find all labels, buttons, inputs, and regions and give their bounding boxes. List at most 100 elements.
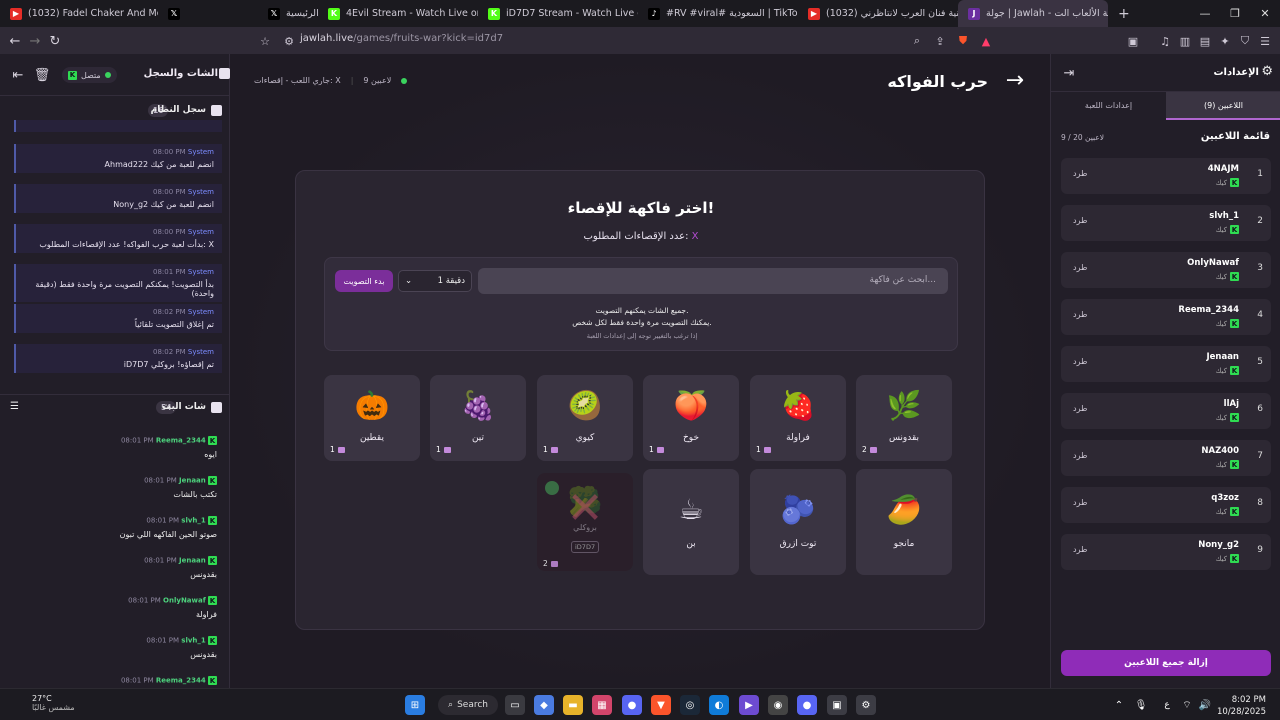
- browser-tab[interactable]: KiD7D7 Stream - Watch Live on Kick: [478, 0, 638, 27]
- maximize-icon[interactable]: ❐: [1220, 0, 1250, 27]
- chat-message: 08:01 PM Jenaan K بقدونس: [17, 556, 217, 579]
- language-indicator[interactable]: ع: [1160, 695, 1174, 715]
- kick-player-button[interactable]: طرد: [1073, 545, 1087, 554]
- wallet-icon[interactable]: ▤: [1198, 34, 1212, 48]
- kick-player-button[interactable]: طرد: [1073, 169, 1087, 178]
- msg-user: System: [187, 148, 214, 156]
- tray-chevron-icon[interactable]: ⌃: [1112, 695, 1126, 715]
- msg-time: 08:01 PM: [144, 476, 177, 485]
- duration-select[interactable]: ⌄ 1 دقيقة: [398, 270, 472, 292]
- lock-icon: [550, 446, 558, 453]
- kick-player-button[interactable]: طرد: [1073, 451, 1087, 460]
- trash-icon[interactable]: 🗑: [32, 65, 52, 85]
- filter-icon[interactable]: ☰: [10, 401, 19, 412]
- zoom-icon[interactable]: ⌕: [910, 34, 924, 48]
- discord-icon[interactable]: ●: [797, 695, 817, 715]
- collapse-panel-icon[interactable]: ⇤: [8, 65, 28, 85]
- steam-icon[interactable]: ◎: [680, 695, 700, 715]
- kick-player-button[interactable]: طرد: [1073, 498, 1087, 507]
- volume-icon[interactable]: 🔊: [1198, 695, 1212, 715]
- share-icon[interactable]: ⇪: [933, 34, 947, 48]
- clock[interactable]: 8:02 PM 10/28/2025: [1217, 694, 1266, 718]
- browser-tab[interactable]: ▶ (1032) اغنية فنان العرب لانتاظرني: [798, 0, 958, 27]
- store-icon[interactable]: ▦: [592, 695, 612, 715]
- minimize-icon[interactable]: —: [1190, 0, 1220, 27]
- browser-tab[interactable]: K 4Evil Stream - Watch Live on Kick: [318, 0, 478, 27]
- browser-tab-bar: ▶ (1032) Fadel Chaker And Mohamed ... 𝕏 𝕏 ال…: [0, 0, 1280, 27]
- kick-player-button[interactable]: طرد: [1073, 357, 1087, 366]
- brave-icon[interactable]: ▼: [651, 695, 671, 715]
- browser-tab[interactable]: ♪ #RV #viral# السعودية | TikTok: [638, 0, 798, 27]
- brave-shield-icon[interactable]: ⛊: [956, 34, 970, 48]
- fruit-name: فراولة: [786, 433, 810, 443]
- fruit-card-kiwi[interactable]: 🥝 كيوي 1: [537, 375, 633, 461]
- live-dot-icon: [401, 77, 408, 84]
- fruit-card-pumpkin[interactable]: 🎃 يقطين 1: [324, 375, 420, 461]
- taskbar-search[interactable]: ⌕ Search: [438, 695, 498, 715]
- chrome-icon[interactable]: ◉: [768, 695, 788, 715]
- brave-rewards-icon[interactable]: ▲: [979, 34, 993, 48]
- wifi-icon[interactable]: ⌔: [1180, 695, 1194, 715]
- new-tab-icon[interactable]: +: [1108, 0, 1140, 27]
- back-icon[interactable]: ←: [5, 31, 25, 51]
- kick-player-button[interactable]: طرد: [1073, 310, 1087, 319]
- kick-icon: K: [1230, 319, 1239, 328]
- menu-icon[interactable]: ☰: [1258, 34, 1272, 48]
- player-platform: كيك K: [1216, 178, 1239, 187]
- tab-game-settings[interactable]: إعدادات اللعبة: [1051, 92, 1166, 120]
- msg-user: slvh_1: [181, 516, 206, 525]
- fruit-card-coffee[interactable]: ☕ بن: [643, 469, 739, 575]
- kick-player-button[interactable]: طرد: [1073, 404, 1087, 413]
- fruit-card-strawberry[interactable]: 🍓 فراولة 1: [750, 375, 846, 461]
- fruit-search-input[interactable]: ابحث عن فاكهة...: [478, 268, 948, 294]
- players-list-count: 9 / 20 لاعبين: [1061, 133, 1104, 142]
- task-view-icon[interactable]: ▭: [505, 695, 525, 715]
- browser-tab[interactable]: 𝕏 الرئيسية / X: [258, 0, 318, 27]
- system-log-header[interactable]: 16 سجل النظام: [0, 100, 230, 122]
- discord-icon[interactable]: ●: [622, 695, 642, 715]
- reload-icon[interactable]: ↻: [45, 31, 65, 51]
- browser-tab[interactable]: ▶ (1032) Fadel Chaker And Mohamed ...: [0, 0, 158, 27]
- microphone-icon[interactable]: 🎙: [1134, 695, 1148, 715]
- tab-players[interactable]: اللاعبين (9): [1166, 92, 1280, 120]
- fruit-card-mango[interactable]: 🥭 مانجو: [856, 469, 952, 575]
- browser-tab[interactable]: 𝕏: [158, 0, 258, 27]
- taskbar: 27°C مشمس غالبًا ⊞ ⌕ Search ▭ ◆ ▬ ▦ ● ▼ ◎…: [0, 688, 1280, 720]
- site-info-icon[interactable]: ⚙: [282, 34, 296, 48]
- screenshot-icon[interactable]: ▣: [1126, 34, 1140, 48]
- vote-value: 2: [543, 559, 548, 568]
- windows-start-icon[interactable]: ⊞: [405, 695, 425, 715]
- url-field[interactable]: jawlah.live/games/fruits-war?kick=id7d7: [300, 33, 503, 44]
- app-icon[interactable]: ▣: [827, 695, 847, 715]
- chat-message: 08:01 PM Reema_2344 K: [17, 676, 217, 685]
- file-explorer-icon[interactable]: ▬: [563, 695, 583, 715]
- fruit-card-blueberry[interactable]: 🫐 توت ازرق: [750, 469, 846, 575]
- start-vote-button[interactable]: بدء التصويت: [335, 270, 393, 292]
- live-chat-header[interactable]: 54 شات البث ☰: [0, 394, 230, 416]
- bookmark-icon[interactable]: ☆: [258, 34, 272, 48]
- fruit-card-peach[interactable]: 🍑 خوخ 1: [643, 375, 739, 461]
- clock-time: 8:02 PM: [1231, 695, 1266, 705]
- close-window-icon[interactable]: ✕: [1250, 0, 1280, 27]
- vote-value: 1: [436, 445, 441, 454]
- vpn-icon[interactable]: ⛉: [1238, 34, 1252, 48]
- back-arrow-icon[interactable]: →: [1006, 68, 1024, 93]
- kick-player-button[interactable]: طرد: [1073, 263, 1087, 272]
- leo-ai-icon[interactable]: ✦: [1218, 34, 1232, 48]
- media-icon[interactable]: ♫: [1158, 34, 1172, 48]
- settings-icon[interactable]: ⚙: [856, 695, 876, 715]
- browser-tab[interactable]: Jجولة | Jawlah - منصة الألعاب الت...✕: [958, 0, 1108, 27]
- remove-all-players-button[interactable]: إزالة جميع اللاعبين: [1061, 650, 1271, 676]
- weather-desc: مشمس غالبًا: [32, 703, 75, 712]
- sidebar-toggle-icon[interactable]: ▥: [1178, 34, 1192, 48]
- log-icon: [211, 105, 222, 116]
- weather-widget[interactable]: 27°C مشمس غالبًا: [14, 694, 75, 712]
- forward-icon[interactable]: →: [25, 31, 45, 51]
- copilot-icon[interactable]: ◆: [534, 695, 554, 715]
- kick-player-button[interactable]: طرد: [1073, 216, 1087, 225]
- fruit-card-parsley[interactable]: 🌿 بقدونس 2: [856, 375, 952, 461]
- fruit-card-fig[interactable]: 🍇 تين 1: [430, 375, 526, 461]
- collapse-panel-icon[interactable]: ⇥: [1059, 63, 1079, 83]
- edge-icon[interactable]: ◐: [709, 695, 729, 715]
- app-icon[interactable]: ▶: [739, 695, 759, 715]
